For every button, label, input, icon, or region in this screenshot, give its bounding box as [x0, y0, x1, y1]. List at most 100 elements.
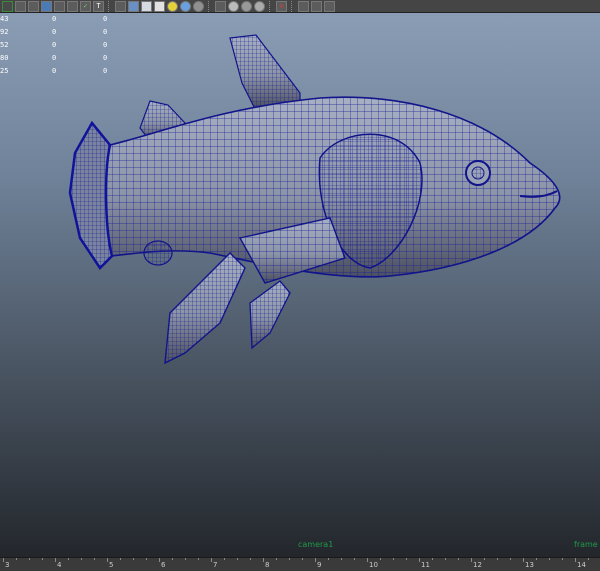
default-light-icon[interactable]: [167, 0, 178, 12]
timeline-minor-tick: [42, 558, 43, 560]
timeline-tick: [263, 558, 264, 562]
coelacanth-wireframe-model[interactable]: [0, 13, 600, 557]
toolbar-separator: [291, 0, 296, 12]
timeline-minor-tick: [29, 558, 30, 560]
camera-attributes-icon[interactable]: [41, 0, 52, 12]
lower-small-fin: [143, 240, 173, 266]
viewport-toolbar: ✓ T ✕: [0, 0, 600, 13]
two-sided-lighting-icon[interactable]: [311, 0, 322, 12]
hud-value: 0: [52, 41, 57, 49]
timeline-tick-label: 13: [525, 561, 534, 569]
timeline-minor-tick: [16, 558, 17, 560]
timeline-minor-tick: [224, 558, 225, 560]
toolbar-separator: [108, 0, 113, 12]
hud-value: 0: [103, 41, 108, 49]
timeline-minor-tick: [497, 558, 498, 560]
frame-label: frame: [574, 540, 598, 549]
motion-blur-icon[interactable]: [241, 0, 252, 12]
timeline-minor-tick: [172, 558, 173, 560]
timeline-minor-tick: [458, 558, 459, 560]
timeline-tick: [523, 558, 524, 562]
timeline-minor-tick: [341, 558, 342, 560]
hud-row-tris: 80 0 0: [0, 52, 120, 65]
all-lights-icon[interactable]: [180, 0, 191, 12]
xray-icon[interactable]: [67, 0, 78, 12]
hud-value: 80: [0, 54, 9, 62]
grid-toggle-icon[interactable]: ✓: [80, 0, 91, 12]
timeline-minor-tick: [276, 558, 277, 560]
film-gate-icon[interactable]: [28, 0, 39, 12]
timeline-minor-tick: [302, 558, 303, 560]
timeline-tick: [159, 558, 160, 562]
smooth-shade-icon[interactable]: [128, 0, 139, 12]
timeline-tick: [367, 558, 368, 562]
timeline-tick: [315, 558, 316, 562]
hud-value: 0: [52, 54, 57, 62]
timeline-tick-label: 12: [473, 561, 482, 569]
timeline-tick: [419, 558, 420, 562]
poly-count-hud: 43 0 0 92 0 0 52 0 0 80 0 0 25 0 0: [0, 13, 120, 78]
timeline-tick-label: 10: [369, 561, 378, 569]
hud-value: 0: [103, 54, 108, 62]
timeline-minor-tick: [380, 558, 381, 560]
timeline-tick: [211, 558, 212, 562]
hud-value: 52: [0, 41, 9, 49]
anti-aliasing-icon[interactable]: [254, 0, 265, 12]
hud-value: 25: [0, 67, 9, 75]
hud-row-faces: 52 0 0: [0, 39, 120, 52]
wireframe-icon[interactable]: [115, 0, 126, 12]
timeline-minor-tick: [588, 558, 589, 560]
timeline-minor-tick: [133, 558, 134, 560]
timeline-minor-tick: [81, 558, 82, 560]
hud-row-verts: 43 0 0: [0, 13, 120, 26]
image-plane-icon[interactable]: [54, 0, 65, 12]
tail-fin: [68, 120, 114, 270]
camera-view-icon[interactable]: [298, 0, 309, 12]
timeline-tick-label: 9: [317, 561, 322, 569]
timeline-tick-label: 5: [109, 561, 114, 569]
timeline-tick-label: 6: [161, 561, 166, 569]
timeline-ruler[interactable]: 3 4 5 6 7 8 9 10 11 12 13 14: [0, 557, 600, 571]
timeline-minor-tick: [68, 558, 69, 560]
timeline-minor-tick: [354, 558, 355, 560]
timeline-tick: [107, 558, 108, 562]
lock-camera-icon[interactable]: [15, 0, 26, 12]
timeline-minor-tick: [510, 558, 511, 560]
ambient-occlusion-icon[interactable]: [228, 0, 239, 12]
select-camera-icon[interactable]: [2, 0, 13, 12]
hud-value: 0: [52, 28, 57, 36]
shadows-icon[interactable]: [193, 0, 204, 12]
timeline-tick: [3, 558, 4, 562]
camera-name-label: camera1: [298, 540, 334, 549]
xray-joints-icon[interactable]: ✕: [276, 0, 287, 12]
hud-value: 0: [52, 67, 57, 75]
isolate-select-icon[interactable]: [215, 0, 226, 12]
text-icon[interactable]: T: [93, 0, 104, 12]
timeline-tick: [575, 558, 576, 562]
textured-icon[interactable]: [154, 0, 165, 12]
timeline-tick: [55, 558, 56, 562]
hud-row-edges: 92 0 0: [0, 26, 120, 39]
timeline-minor-tick: [94, 558, 95, 560]
timeline-minor-tick: [536, 558, 537, 560]
timeline-minor-tick: [484, 558, 485, 560]
timeline-tick-label: 4: [57, 561, 62, 569]
fish-eye: [465, 160, 491, 186]
node-editor-icon[interactable]: [324, 0, 335, 12]
timeline-minor-tick: [406, 558, 407, 560]
hud-value: 0: [52, 15, 57, 23]
timeline-minor-tick: [328, 558, 329, 560]
timeline-tick-label: 11: [421, 561, 430, 569]
timeline-minor-tick: [120, 558, 121, 560]
dorsal-fin-front: [229, 34, 301, 110]
wireframe-on-shaded-icon[interactable]: [141, 0, 152, 12]
timeline-minor-tick: [198, 558, 199, 560]
timeline-tick-label: 7: [213, 561, 218, 569]
timeline-tick: [471, 558, 472, 562]
3d-viewport[interactable]: [0, 13, 600, 557]
hud-value: 0: [103, 15, 108, 23]
timeline-minor-tick: [289, 558, 290, 560]
timeline-minor-tick: [432, 558, 433, 560]
timeline-minor-tick: [146, 558, 147, 560]
timeline-tick-label: 3: [5, 561, 10, 569]
